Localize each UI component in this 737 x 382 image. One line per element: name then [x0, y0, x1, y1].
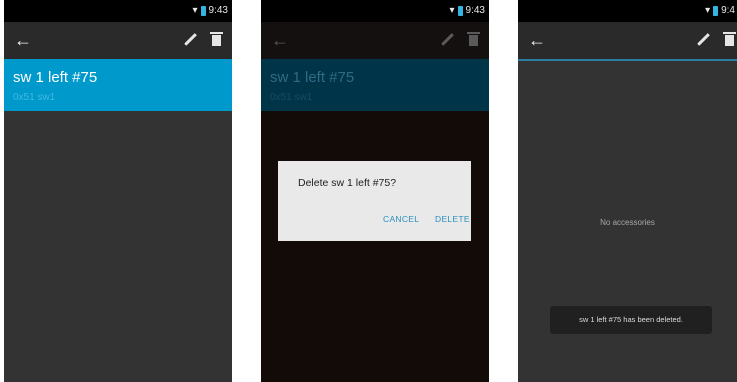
back-arrow-icon: ← [271, 30, 289, 50]
action-bar: ← [518, 22, 737, 59]
delete-trash-icon[interactable] [210, 32, 223, 46]
action-bar: ← [261, 22, 489, 59]
delete-dialog: Delete sw 1 left #75? CANCEL DELETE [278, 161, 471, 241]
screen-detail: ▾ 9:43 ← sw 1 left #75 0x51 sw1 [4, 0, 232, 382]
item-subtitle: 0x51 sw1 [270, 92, 313, 103]
battery-icon [457, 5, 463, 16]
battery-icon [713, 5, 719, 16]
back-arrow-icon[interactable]: ← [14, 30, 32, 50]
status-time: 9:4 [721, 5, 735, 16]
dialog-message: Delete sw 1 left #75? [298, 177, 397, 189]
status-bar: ▾ 9:43 [261, 0, 489, 22]
delete-trash-icon[interactable] [723, 32, 736, 46]
battery-icon [200, 5, 206, 16]
wifi-icon: ▾ [705, 5, 711, 16]
item-subtitle: 0x51 sw1 [13, 92, 56, 103]
item-title: sw 1 left #75 [270, 69, 355, 86]
accessory-item: sw 1 left #75 0x51 sw1 [261, 59, 489, 111]
edit-pencil-icon[interactable] [184, 32, 197, 47]
edit-pencil-icon[interactable] [697, 32, 710, 47]
status-time: 9:43 [208, 5, 228, 16]
delete-button[interactable]: DELETE [435, 214, 470, 224]
screen-after-delete: ▾ 9:4 ← No accessories sw 1 left #75 has… [518, 0, 737, 382]
deleted-toast: sw 1 left #75 has been deleted. [550, 306, 712, 334]
back-arrow-icon[interactable]: ← [528, 30, 546, 50]
actionbar-divider [518, 59, 737, 61]
status-time: 9:43 [465, 5, 485, 16]
screen-confirm-delete: ▾ 9:43 ← sw 1 left #75 0x51 sw1 Delete s… [261, 0, 489, 382]
cancel-button[interactable]: CANCEL [383, 214, 419, 224]
empty-state-text: No accessories [600, 218, 655, 227]
accessory-item[interactable]: sw 1 left #75 0x51 sw1 [4, 59, 232, 111]
wifi-icon: ▾ [192, 5, 198, 16]
status-bar: ▾ 9:43 [4, 0, 232, 22]
item-title: sw 1 left #75 [13, 69, 98, 86]
status-bar: ▾ 9:4 [518, 0, 737, 22]
wifi-icon: ▾ [449, 5, 455, 16]
action-bar: ← [4, 22, 232, 59]
edit-pencil-icon [441, 32, 454, 47]
delete-trash-icon [467, 32, 480, 46]
